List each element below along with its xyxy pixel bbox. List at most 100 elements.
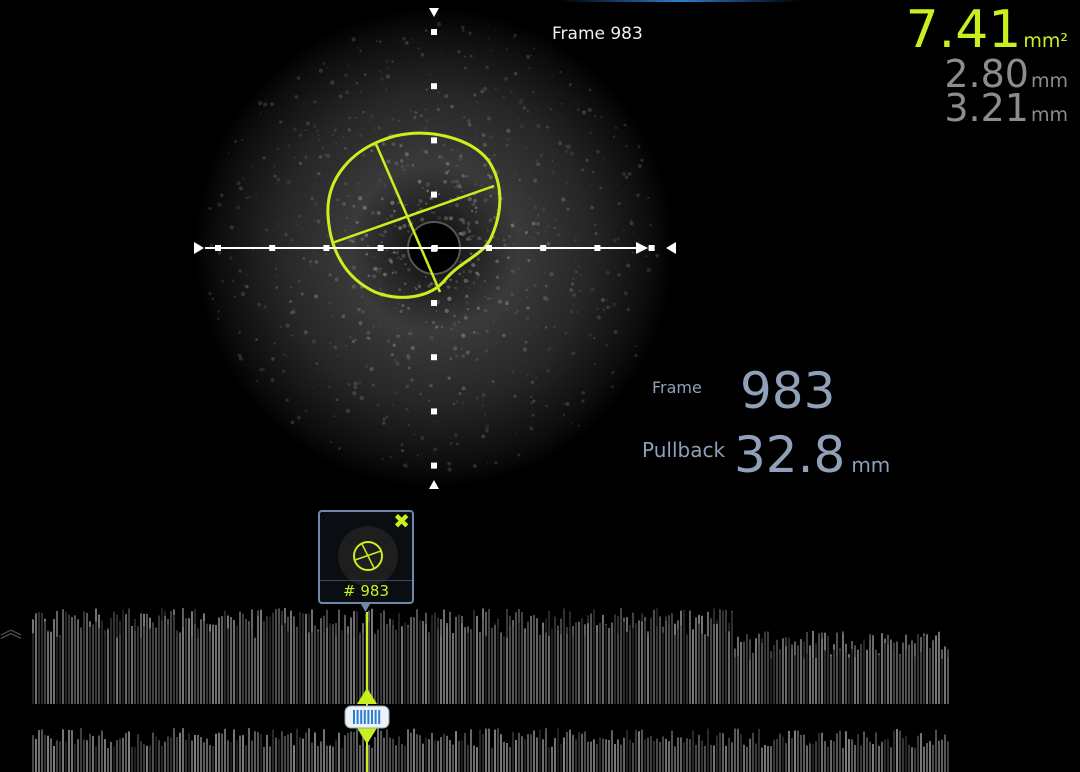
- speckle-dot: [463, 278, 468, 283]
- speckle-dot: [360, 309, 365, 314]
- speckle-dot: [372, 325, 375, 328]
- longitudinal-line: [569, 729, 571, 772]
- longitudinal-line: [332, 624, 334, 704]
- speckle-dot: [296, 415, 301, 420]
- speckle-dot: [281, 369, 286, 373]
- longitudinal-line: [611, 730, 613, 772]
- speckle-dot: [439, 279, 441, 282]
- speckle-dot: [536, 162, 541, 167]
- longitudinal-line: [377, 728, 379, 772]
- longitudinal-line: [866, 649, 868, 704]
- speckle-dot: [401, 449, 404, 452]
- speckle-dot: [494, 87, 497, 90]
- speckle-dot: [486, 116, 491, 121]
- longitudinal-line: [170, 737, 172, 772]
- speckle-dot: [323, 153, 327, 157]
- speckle-dot: [585, 158, 589, 162]
- longitudinal-line: [746, 746, 748, 772]
- frame-slider-handle[interactable]: [344, 705, 390, 729]
- speckle-dot: [581, 110, 587, 115]
- ivus-cross-section[interactable]: [0, 0, 700, 500]
- speckle-dot: [429, 282, 433, 286]
- speckle-dot: [248, 195, 251, 199]
- speckle-dot: [362, 205, 367, 210]
- speckle-dot: [327, 66, 329, 69]
- speckle-dot: [396, 256, 401, 260]
- longitudinal-line: [905, 649, 907, 704]
- speckle-dot: [237, 353, 242, 358]
- speckle-dot: [368, 119, 371, 122]
- speckle-dot: [278, 223, 280, 225]
- speckle-dot: [255, 379, 258, 383]
- speckle-dot: [381, 458, 384, 461]
- longitudinal-line: [686, 738, 688, 772]
- longitudinal-line: [437, 740, 439, 772]
- longitudinal-line: [629, 630, 631, 704]
- longitudinal-line: [857, 734, 859, 772]
- speckle-dot: [358, 133, 363, 138]
- speckle-dot: [385, 415, 389, 419]
- speckle-dot: [245, 196, 249, 200]
- speckle-dot: [594, 232, 598, 236]
- longitudinal-line: [245, 745, 247, 772]
- longitudinal-line: [653, 740, 655, 772]
- speckle-dot: [275, 183, 278, 185]
- longitudinal-line: [509, 625, 511, 704]
- speckle-dot: [529, 426, 534, 431]
- longitudinal-line: [794, 730, 796, 772]
- speckle-dot: [557, 233, 560, 236]
- speckle-dot: [520, 197, 523, 199]
- longitudinal-line: [944, 734, 946, 772]
- longitudinal-line: [455, 731, 457, 772]
- speckle-dot: [506, 267, 509, 270]
- longitudinal-line: [833, 741, 835, 772]
- speckle-dot: [482, 86, 488, 91]
- speckle-dot: [406, 409, 410, 413]
- speckle-dot: [242, 177, 245, 180]
- close-icon[interactable]: ✖: [393, 509, 410, 533]
- longitudinal-view[interactable]: [32, 600, 952, 772]
- longitudinal-line: [524, 739, 526, 772]
- longitudinal-line: [167, 736, 169, 772]
- speckle-dot: [380, 77, 384, 81]
- speckle-dot: [628, 282, 630, 284]
- speckle-dot: [407, 306, 410, 310]
- speckle-dot: [466, 221, 471, 226]
- speckle-dot: [409, 109, 412, 112]
- longitudinal-line: [77, 739, 79, 772]
- speckle-dot: [444, 94, 449, 99]
- speckle-dot: [360, 295, 364, 298]
- longitudinal-line: [386, 729, 388, 772]
- longitudinal-line: [326, 627, 328, 704]
- speckle-dot: [447, 296, 452, 301]
- speckle-dot: [600, 297, 606, 303]
- longitudinal-line: [554, 738, 556, 772]
- longitudinal-line: [326, 745, 328, 772]
- longitudinal-line: [278, 623, 280, 704]
- longitudinal-line: [218, 617, 220, 704]
- longitudinal-line: [173, 614, 175, 704]
- longitudinal-line: [851, 739, 853, 772]
- longitudinal-line: [908, 644, 910, 704]
- frame-bookmark[interactable]: ✖ # 983: [318, 509, 414, 604]
- speckle-dot: [522, 106, 527, 110]
- longitudinal-line: [431, 614, 433, 704]
- longitudinal-line: [431, 732, 433, 772]
- speckle-dot: [425, 202, 428, 205]
- longitudinal-line: [161, 620, 163, 704]
- speckle-dot: [417, 149, 422, 154]
- speckle-dot: [294, 156, 296, 159]
- speckle-dot: [313, 202, 318, 207]
- longitudinal-line: [164, 741, 166, 772]
- frame-info-value: 983: [740, 362, 836, 420]
- longitudinal-line: [443, 609, 445, 704]
- speckle-dot: [530, 54, 533, 57]
- longitudinal-line: [233, 729, 235, 772]
- speckle-dot: [489, 194, 493, 198]
- speckle-dot: [339, 204, 342, 207]
- speckle-dot: [369, 366, 374, 372]
- longitudinal-line: [50, 631, 52, 704]
- collapse-chevron-icon[interactable]: ︽: [0, 612, 22, 644]
- longitudinal-line: [704, 634, 706, 704]
- speckle-dot: [351, 284, 356, 289]
